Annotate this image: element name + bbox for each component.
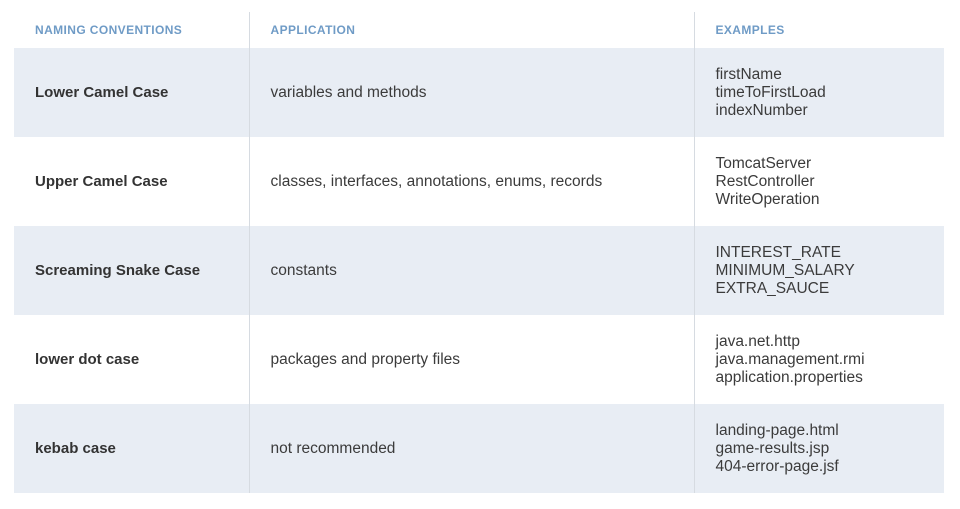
convention-name: Upper Camel Case	[14, 137, 250, 226]
convention-name: Screaming Snake Case	[14, 226, 250, 315]
convention-application: packages and property files	[249, 315, 695, 404]
convention-application: not recommended	[249, 404, 695, 493]
convention-application: variables and methods	[249, 48, 695, 137]
convention-examples: TomcatServer RestController WriteOperati…	[694, 137, 944, 226]
table-row: kebab case not recommended landing-page.…	[14, 404, 944, 493]
convention-name: Lower Camel Case	[14, 48, 250, 137]
header-row: NAMING CONVENTIONS APPLICATION EXAMPLES	[14, 12, 944, 48]
example-item: INTEREST_RATE	[715, 243, 841, 261]
convention-examples: firstName timeToFirstLoad indexNumber	[694, 48, 944, 137]
example-item: RestController	[715, 172, 815, 190]
convention-name: lower dot case	[14, 315, 250, 404]
convention-examples: INTEREST_RATE MINIMUM_SALARY EXTRA_SAUCE	[694, 226, 944, 315]
example-item: indexNumber	[715, 101, 808, 119]
header-application: APPLICATION	[249, 12, 695, 48]
example-item: landing-page.html	[715, 421, 839, 439]
example-item: timeToFirstLoad	[715, 83, 826, 101]
table-row: lower dot case packages and property fil…	[14, 315, 944, 404]
naming-conventions-table: NAMING CONVENTIONS APPLICATION EXAMPLES …	[14, 12, 944, 493]
header-examples: EXAMPLES	[694, 12, 944, 48]
example-item: EXTRA_SAUCE	[715, 279, 830, 297]
convention-name: kebab case	[14, 404, 250, 493]
convention-examples: landing-page.html game-results.jsp 404-e…	[694, 404, 944, 493]
example-item: 404-error-page.jsf	[715, 457, 839, 475]
example-item: TomcatServer	[715, 154, 812, 172]
convention-application: constants	[249, 226, 695, 315]
example-item: MINIMUM_SALARY	[715, 261, 855, 279]
example-item: game-results.jsp	[715, 439, 830, 457]
example-item: java.management.rmi	[715, 350, 865, 368]
convention-examples: java.net.http java.management.rmi applic…	[694, 315, 944, 404]
table-row: Screaming Snake Case constants INTEREST_…	[14, 226, 944, 315]
convention-application: classes, interfaces, annotations, enums,…	[249, 137, 695, 226]
example-item: application.properties	[715, 368, 863, 386]
table-row: Lower Camel Case variables and methods f…	[14, 48, 944, 137]
header-naming-conventions: NAMING CONVENTIONS	[14, 12, 250, 48]
example-item: java.net.http	[715, 332, 800, 350]
naming-conventions-figure: NAMING CONVENTIONS APPLICATION EXAMPLES …	[0, 0, 960, 509]
example-item: WriteOperation	[715, 190, 820, 208]
table-body: Lower Camel Case variables and methods f…	[14, 48, 944, 493]
table-row: Upper Camel Case classes, interfaces, an…	[14, 137, 944, 226]
example-item: firstName	[715, 65, 782, 83]
table-header: NAMING CONVENTIONS APPLICATION EXAMPLES	[14, 12, 944, 48]
